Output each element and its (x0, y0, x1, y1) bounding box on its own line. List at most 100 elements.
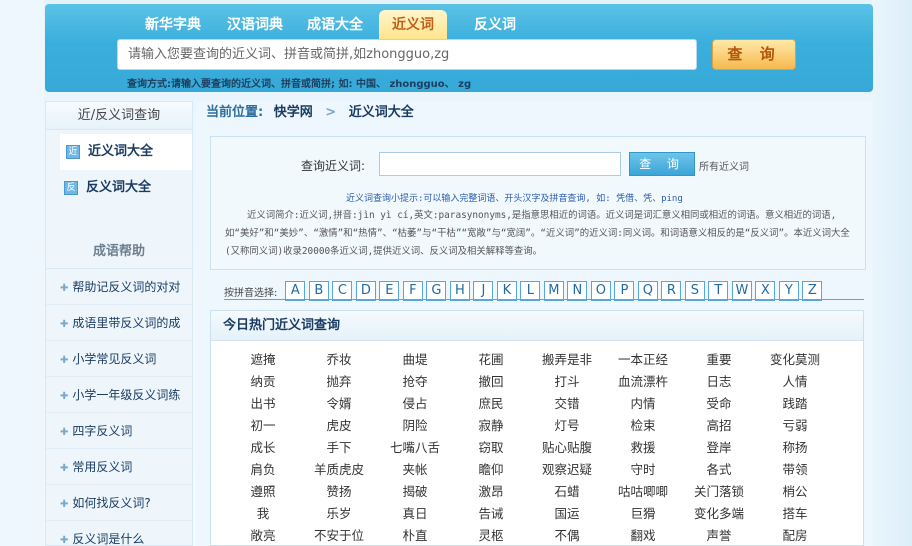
hot-word-link[interactable]: 庶民 (453, 393, 529, 415)
hot-word-link[interactable]: 打斗 (529, 371, 605, 393)
hot-word-link[interactable]: 抢夺 (377, 371, 453, 393)
tab-synonyms[interactable]: 近义词 (379, 10, 447, 40)
hot-word-link[interactable]: 遮掩 (225, 349, 301, 371)
sidebar-item-antonyms[interactable]: 反 反义词大全 (46, 170, 192, 206)
pinyin-letter-w[interactable]: W (731, 281, 752, 301)
hot-word-link[interactable]: 血流漂杵 (605, 371, 681, 393)
pinyin-letter-y[interactable]: Y (778, 281, 799, 301)
help-link[interactable]: ✚ 四字反义词 (46, 413, 192, 449)
help-link[interactable]: ✚ 帮助记反义词的对对 (46, 269, 192, 305)
hot-word-link[interactable]: 变化莫测 (757, 349, 833, 371)
hot-word-link[interactable]: 践踏 (757, 393, 833, 415)
pinyin-letter-k[interactable]: K (496, 281, 517, 301)
hot-word-link[interactable]: 搭车 (757, 503, 833, 525)
pinyin-letter-z[interactable]: Z (802, 281, 823, 301)
pinyin-letter-e[interactable]: E (379, 281, 400, 301)
hot-word-link[interactable]: 国运 (529, 503, 605, 525)
hot-word-link[interactable]: 我 (225, 503, 301, 525)
hot-word-link[interactable]: 花圃 (453, 349, 529, 371)
hot-word-link[interactable]: 咕咕唧唧 (605, 481, 681, 503)
help-link[interactable]: ✚ 成语里带反义词的成 (46, 305, 192, 341)
search-button[interactable]: 查 询 (712, 39, 796, 70)
hot-word-link[interactable]: 称扬 (757, 437, 833, 459)
help-link[interactable]: ✚ 小学常见反义词 (46, 341, 192, 377)
hot-word-link[interactable]: 人情 (757, 371, 833, 393)
pinyin-letter-c[interactable]: C (332, 281, 353, 301)
hot-word-link[interactable]: 配房 (757, 525, 833, 546)
hot-word-link[interactable]: 高招 (681, 415, 757, 437)
hot-word-link[interactable]: 阴险 (377, 415, 453, 437)
hot-word-link[interactable]: 纳贡 (225, 371, 301, 393)
hot-word-link[interactable]: 灯号 (529, 415, 605, 437)
hot-word-link[interactable]: 观察迟疑 (529, 459, 605, 481)
hot-word-link[interactable]: 重要 (681, 349, 757, 371)
hot-word-link[interactable]: 关门落锁 (681, 481, 757, 503)
pinyin-letter-x[interactable]: X (755, 281, 776, 301)
hot-word-link[interactable]: 撤回 (453, 371, 529, 393)
hot-word-link[interactable]: 窃取 (453, 437, 529, 459)
pinyin-letter-m[interactable]: M (543, 281, 564, 301)
search-input[interactable]: 请输入您要查询的近义词、拼音或简拼,如zhongguo,zg (117, 39, 697, 70)
hot-word-link[interactable]: 不偶 (529, 525, 605, 546)
hot-word-link[interactable]: 救援 (605, 437, 681, 459)
hot-word-link[interactable]: 成长 (225, 437, 301, 459)
hot-word-link[interactable]: 出书 (225, 393, 301, 415)
tab-antonyms[interactable]: 反义词 (461, 12, 529, 40)
hot-word-link[interactable]: 激昂 (453, 481, 529, 503)
pinyin-letter-j[interactable]: J (473, 281, 494, 301)
hot-word-link[interactable]: 石蜡 (529, 481, 605, 503)
breadcrumb-home-link[interactable]: 快学网 (274, 105, 313, 120)
hot-word-link[interactable]: 赞扬 (301, 481, 377, 503)
hot-word-link[interactable]: 检束 (605, 415, 681, 437)
pinyin-letter-o[interactable]: O (590, 281, 611, 301)
hot-word-link[interactable]: 真日 (377, 503, 453, 525)
hot-word-link[interactable]: 敞亮 (225, 525, 301, 546)
hot-word-link[interactable]: 日志 (681, 371, 757, 393)
hot-word-link[interactable]: 揭破 (377, 481, 453, 503)
hot-word-link[interactable]: 一本正经 (605, 349, 681, 371)
hot-word-link[interactable]: 搬弄是非 (529, 349, 605, 371)
pinyin-letter-b[interactable]: B (308, 281, 329, 301)
synonym-query-button[interactable]: 查 询 (629, 152, 695, 176)
help-link[interactable]: ✚ 反义词是什么 (46, 521, 192, 546)
pinyin-letter-q[interactable]: Q (637, 281, 658, 301)
hot-word-link[interactable]: 肩负 (225, 459, 301, 481)
hot-word-link[interactable]: 虎皮 (301, 415, 377, 437)
hot-word-link[interactable]: 羊质虎皮 (301, 459, 377, 481)
hot-word-link[interactable]: 瞻仰 (453, 459, 529, 481)
pinyin-letter-h[interactable]: H (449, 281, 470, 301)
hot-word-link[interactable]: 夹帐 (377, 459, 453, 481)
tab-chinese-dictionary[interactable]: 汉语词典 (219, 12, 291, 40)
hot-word-link[interactable]: 亏弱 (757, 415, 833, 437)
help-link[interactable]: ✚ 常用反义词 (46, 449, 192, 485)
all-synonyms-link[interactable]: 所有近义词 (699, 158, 749, 173)
synonym-query-input[interactable] (379, 152, 621, 176)
pinyin-letter-r[interactable]: R (661, 281, 682, 301)
hot-word-link[interactable]: 带领 (757, 459, 833, 481)
hot-word-link[interactable]: 抛弃 (301, 371, 377, 393)
hot-word-link[interactable]: 不安于位 (301, 525, 377, 546)
hot-word-link[interactable]: 侵占 (377, 393, 453, 415)
hot-word-link[interactable]: 乔妆 (301, 349, 377, 371)
pinyin-letter-l[interactable]: L (520, 281, 541, 301)
help-link[interactable]: ✚ 如何找反义词? (46, 485, 192, 521)
tab-xinhua-dictionary[interactable]: 新华字典 (137, 12, 209, 40)
hot-word-link[interactable]: 受命 (681, 393, 757, 415)
sidebar-item-synonyms[interactable]: 近 近义词大全 (60, 134, 192, 170)
hot-word-link[interactable]: 守时 (605, 459, 681, 481)
hot-word-link[interactable]: 遵照 (225, 481, 301, 503)
hot-word-link[interactable]: 翻戏 (605, 525, 681, 546)
hot-word-link[interactable]: 寂静 (453, 415, 529, 437)
hot-word-link[interactable]: 贴心贴腹 (529, 437, 605, 459)
hot-word-link[interactable]: 初一 (225, 415, 301, 437)
hot-word-link[interactable]: 变化多端 (681, 503, 757, 525)
hot-word-link[interactable]: 告诫 (453, 503, 529, 525)
hot-word-link[interactable]: 梢公 (757, 481, 833, 503)
hot-word-link[interactable]: 巨猾 (605, 503, 681, 525)
pinyin-letter-d[interactable]: D (355, 281, 376, 301)
help-link[interactable]: ✚ 小学一年级反义词练 (46, 377, 192, 413)
pinyin-letter-t[interactable]: T (708, 281, 729, 301)
pinyin-letter-g[interactable]: G (426, 281, 447, 301)
hot-word-link[interactable]: 乐岁 (301, 503, 377, 525)
pinyin-letter-p[interactable]: P (614, 281, 635, 301)
